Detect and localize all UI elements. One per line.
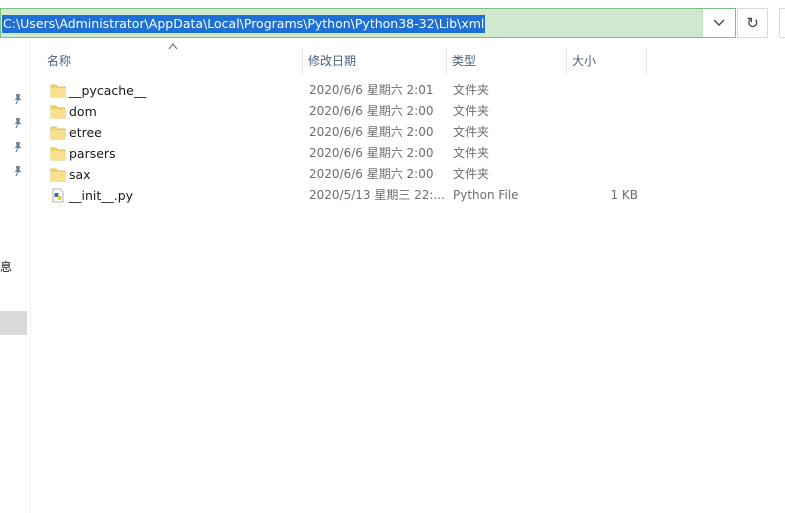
navigation-pane bbox=[0, 40, 30, 513]
file-type: 文件夹 bbox=[453, 125, 490, 139]
file-date: 2020/6/6 星期六 2:00 bbox=[309, 125, 434, 139]
folder-icon bbox=[50, 84, 66, 98]
file-date: 2020/5/13 星期三 22:... bbox=[309, 188, 445, 202]
file-date: 2020/6/6 星期六 2:00 bbox=[309, 104, 434, 118]
column-header-size[interactable]: 大小 bbox=[567, 48, 646, 74]
file-row[interactable]: __init__.py 2020/5/13 星期三 22:... Python … bbox=[46, 185, 646, 206]
file-date: 2020/6/6 星期六 2:01 bbox=[309, 83, 434, 97]
pane-divider[interactable] bbox=[30, 40, 31, 513]
file-size: 1 KB bbox=[610, 188, 638, 202]
column-divider[interactable] bbox=[646, 48, 647, 74]
folder-icon bbox=[50, 126, 66, 140]
pin-icon[interactable] bbox=[12, 165, 24, 177]
file-type: 文件夹 bbox=[453, 83, 490, 97]
folder-icon bbox=[50, 105, 66, 119]
pin-icon[interactable] bbox=[12, 117, 24, 129]
file-type: Python File bbox=[453, 188, 519, 202]
address-bar[interactable]: C:\Users\Administrator\AppData\Local\Pro… bbox=[0, 8, 736, 38]
file-row[interactable]: etree 2020/6/6 星期六 2:00 文件夹 bbox=[46, 122, 646, 143]
address-path[interactable]: C:\Users\Administrator\AppData\Local\Pro… bbox=[2, 15, 486, 33]
nav-item-selected[interactable] bbox=[0, 311, 27, 335]
file-row[interactable]: dom 2020/6/6 星期六 2:00 文件夹 bbox=[46, 101, 646, 122]
refresh-button[interactable]: ↻ bbox=[737, 8, 768, 38]
chevron-down-icon bbox=[713, 19, 725, 26]
refresh-icon: ↻ bbox=[746, 14, 759, 32]
file-type: 文件夹 bbox=[453, 167, 490, 181]
file-name: etree bbox=[69, 125, 102, 140]
file-name: dom bbox=[69, 104, 97, 119]
column-header-type[interactable]: 类型 bbox=[447, 48, 566, 74]
file-name: __init__.py bbox=[69, 188, 134, 203]
column-header-date[interactable]: 修改日期 bbox=[303, 48, 446, 74]
file-name: parsers bbox=[69, 146, 116, 161]
folder-icon bbox=[50, 147, 66, 161]
file-name: sax bbox=[69, 167, 91, 182]
file-date: 2020/6/6 星期六 2:00 bbox=[309, 167, 434, 181]
pin-icon[interactable] bbox=[12, 93, 24, 105]
file-name: __pycache__ bbox=[69, 83, 147, 98]
pin-icon[interactable] bbox=[12, 141, 24, 153]
folder-icon bbox=[50, 168, 66, 182]
file-type: 文件夹 bbox=[453, 146, 490, 160]
address-dropdown-button[interactable] bbox=[702, 9, 735, 37]
python-file-icon bbox=[52, 188, 64, 203]
file-row[interactable]: parsers 2020/6/6 星期六 2:00 文件夹 bbox=[46, 143, 646, 164]
file-row[interactable]: sax 2020/6/6 星期六 2:00 文件夹 bbox=[46, 164, 646, 185]
file-row[interactable]: __pycache__ 2020/6/6 星期六 2:01 文件夹 bbox=[46, 80, 646, 101]
file-type: 文件夹 bbox=[453, 104, 490, 118]
search-box-edge[interactable] bbox=[779, 8, 785, 38]
nav-item-label-partial[interactable]: 息 bbox=[0, 258, 12, 275]
file-date: 2020/6/6 星期六 2:00 bbox=[309, 146, 434, 160]
column-header-name[interactable]: 名称 bbox=[42, 48, 302, 74]
